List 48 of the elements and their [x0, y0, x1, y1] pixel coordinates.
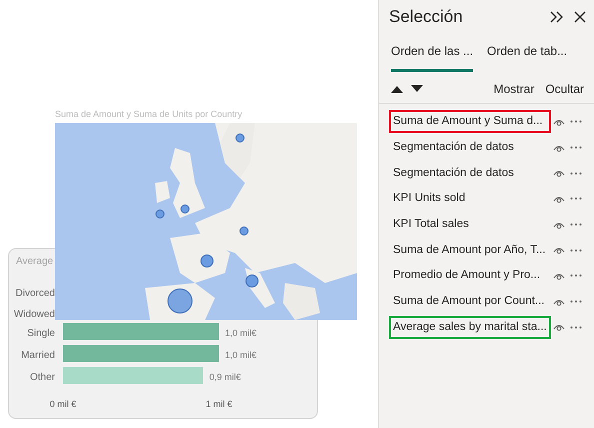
eye-icon[interactable]: [553, 272, 565, 280]
layer-item[interactable]: Suma de Amount por Año, T...: [389, 238, 551, 262]
category-label: Other: [30, 371, 55, 385]
eye-icon[interactable]: [553, 118, 565, 126]
more-icon[interactable]: [570, 248, 582, 252]
eye-icon[interactable]: [553, 194, 565, 203]
layer-item[interactable]: Suma de Amount por Count...: [389, 290, 551, 314]
more-icon[interactable]: [570, 326, 582, 329]
value-label: 0,9 mil€: [209, 371, 241, 384]
eye-icon[interactable]: [553, 323, 565, 332]
tab[interactable]: Orden de tab...: [487, 42, 568, 72]
move-down-icon[interactable]: [411, 84, 423, 92]
action-button[interactable]: Ocultar: [545, 80, 584, 98]
more-icon[interactable]: [570, 172, 582, 175]
close-icon[interactable]: [574, 11, 586, 23]
category-label: Single: [27, 327, 55, 341]
layer-item[interactable]: KPI Total sales: [389, 212, 551, 236]
more-icon[interactable]: [570, 197, 582, 200]
category-label: Divorced: [16, 287, 55, 301]
layer-item[interactable]: Average sales by marital sta...: [389, 316, 551, 339]
more-icon[interactable]: [570, 300, 582, 304]
more-icon[interactable]: [570, 223, 582, 226]
layer-item[interactable]: Promedio de Amount y Pro...: [389, 264, 551, 288]
tab[interactable]: Orden de las ...: [391, 42, 474, 72]
action-button[interactable]: Mostrar: [494, 80, 534, 98]
panel-title: Selección: [389, 6, 464, 28]
eye-icon[interactable]: [553, 246, 565, 254]
chart-title: Average: [16, 255, 54, 269]
value-label: 1,0 mil€: [225, 327, 257, 340]
layer-item[interactable]: Segmentación de datos: [389, 136, 551, 160]
category-label: Widowed: [14, 308, 55, 322]
axis-tick-label: 1 mil €: [206, 398, 232, 411]
more-icon[interactable]: [570, 146, 582, 150]
collapse-icon[interactable]: [550, 11, 564, 23]
eye-icon[interactable]: [553, 144, 565, 152]
eye-icon[interactable]: [553, 169, 565, 178]
axis-tick-label: 0 mil €: [50, 398, 76, 411]
eye-icon[interactable]: [553, 298, 565, 306]
layer-item[interactable]: KPI Units sold: [389, 187, 551, 211]
layer-item[interactable]: Segmentación de datos: [389, 162, 551, 185]
more-icon[interactable]: [570, 274, 582, 278]
more-icon[interactable]: [570, 120, 582, 124]
layer-item[interactable]: Suma de Amount y Suma d...: [389, 110, 551, 134]
eye-icon[interactable]: [553, 220, 565, 229]
value-label: 1,0 mil€: [225, 349, 257, 362]
move-up-icon[interactable]: [391, 84, 403, 92]
category-label: Married: [21, 349, 55, 363]
map-title: Suma de Amount y Suma de Units por Country: [55, 108, 242, 121]
